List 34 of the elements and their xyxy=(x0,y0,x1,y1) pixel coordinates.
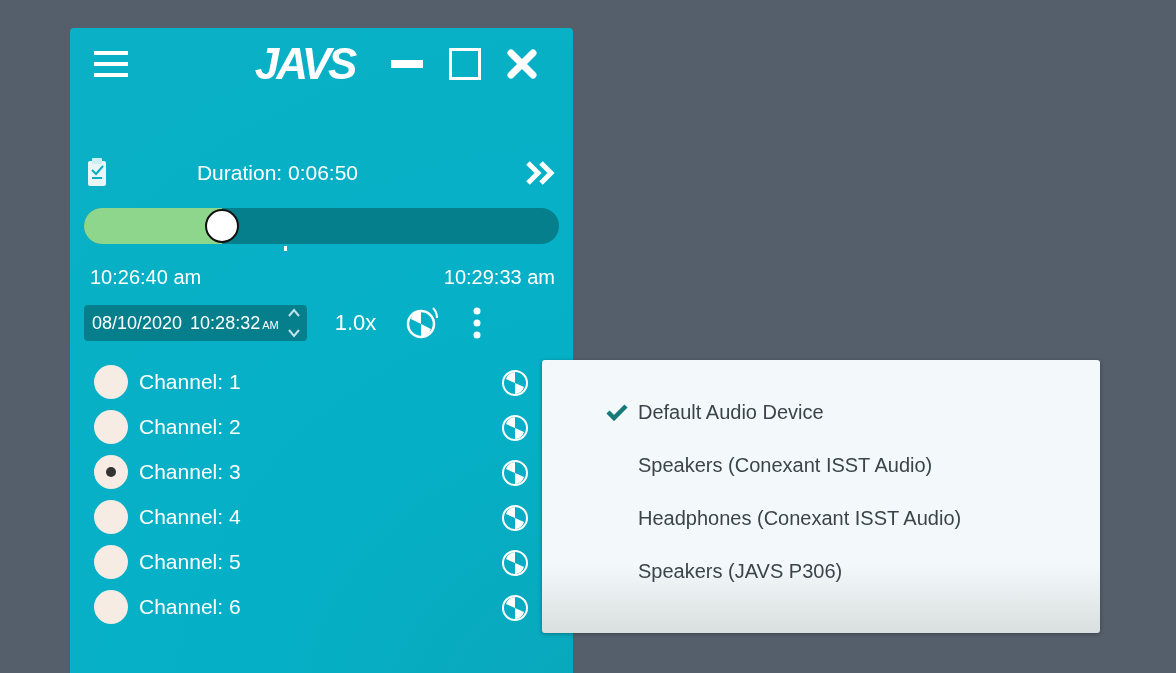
menu-icon[interactable] xyxy=(94,50,128,78)
maximize-icon[interactable] xyxy=(449,48,481,80)
close-icon[interactable] xyxy=(507,49,537,79)
start-time: 10:26:40 am xyxy=(90,266,202,289)
speaker-icon[interactable] xyxy=(501,457,531,487)
channel-radio[interactable] xyxy=(94,455,128,489)
end-time: 10:29:33 am xyxy=(443,266,555,289)
duration-label: Duration: 0:06:50 xyxy=(196,161,359,185)
speaker-icon[interactable] xyxy=(501,502,531,532)
logo: JAVS xyxy=(254,39,355,89)
channel-radio[interactable] xyxy=(94,590,128,624)
datetime-field[interactable]: 08/10/2020 10:28:32AM xyxy=(84,305,307,341)
menu-item[interactable]: Speakers (Conexant ISST Audio) xyxy=(606,451,1100,479)
spinner-icon[interactable] xyxy=(286,306,301,340)
menu-item[interactable]: Speakers (JAVS P306) xyxy=(606,557,1100,585)
menu-item[interactable]: Default Audio Device xyxy=(606,398,1100,426)
channel-label: Channel: 1 xyxy=(139,370,241,394)
channel-label: Channel: 3 xyxy=(139,460,241,484)
channel-label: Channel: 5 xyxy=(139,550,241,574)
channel-radio[interactable] xyxy=(94,410,128,444)
speaker-icon[interactable] xyxy=(501,367,531,397)
channel-label: Channel: 6 xyxy=(139,595,241,619)
menu-item[interactable]: Headphones (Conexant ISST Audio) xyxy=(606,504,1100,532)
speaker-icon[interactable] xyxy=(501,547,531,577)
timeline-marker xyxy=(284,246,287,251)
channel-radio[interactable] xyxy=(94,545,128,579)
more-options-icon[interactable] xyxy=(472,307,483,339)
speaker-icon[interactable] xyxy=(501,412,531,442)
channel-label: Channel: 2 xyxy=(139,415,241,439)
channel-radio[interactable] xyxy=(94,365,128,399)
fast-forward-icon[interactable] xyxy=(525,160,555,186)
channel-label: Channel: 4 xyxy=(139,505,241,529)
speaker-icon[interactable] xyxy=(501,592,531,622)
channel-radio[interactable] xyxy=(94,500,128,534)
